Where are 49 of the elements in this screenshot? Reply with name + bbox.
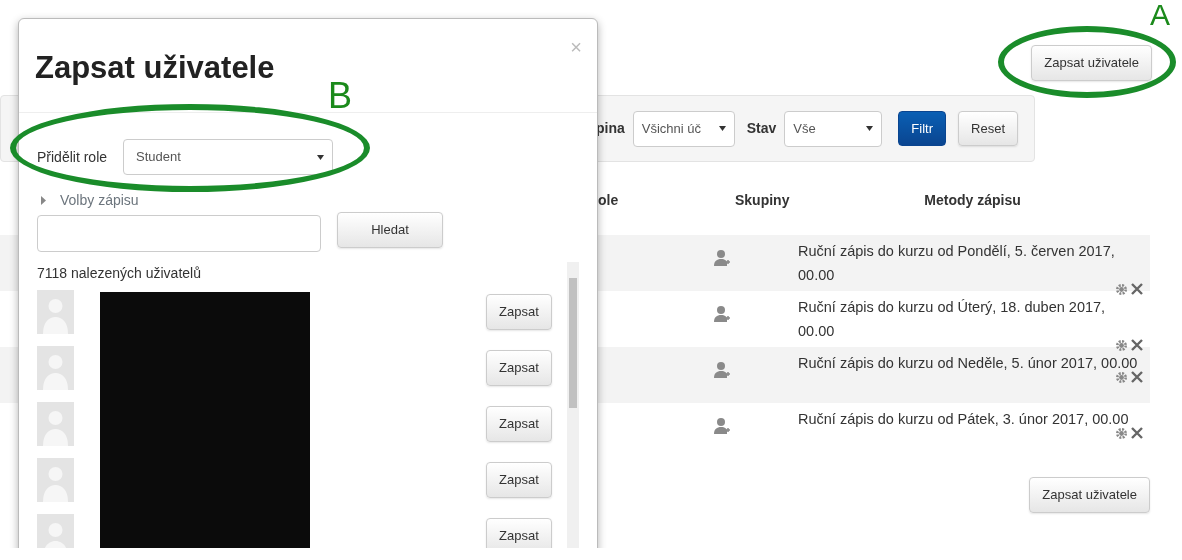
enroll-button[interactable]: Zapsat (486, 294, 552, 330)
settings-icon[interactable] (1115, 339, 1128, 352)
reset-button[interactable]: Reset (958, 110, 1018, 147)
enroll-button[interactable]: Zapsat (486, 462, 552, 498)
group-user-icon[interactable] (714, 361, 730, 379)
delete-icon[interactable] (1131, 339, 1143, 352)
enrolment-method-text: Ruční zápis do kurzu od Pátek, 3. únor 2017, 00.00 (798, 410, 1130, 429)
options-toggle-link[interactable]: Volby zápisu (60, 189, 139, 211)
enroll-users-button[interactable]: Zapsat uživatele (1029, 477, 1150, 513)
avatar-icon (37, 458, 74, 502)
annotation-letter: A (1150, 0, 1170, 30)
result-count: 7118 nalezených uživatelů (37, 264, 202, 283)
caret-icon (317, 154, 325, 160)
status-select[interactable]: Vše (784, 110, 883, 147)
avatar-icon (37, 290, 74, 334)
group-user-icon[interactable] (714, 305, 730, 323)
settings-icon[interactable] (1115, 371, 1128, 384)
delete-icon[interactable] (1131, 371, 1143, 384)
delete-icon[interactable] (1131, 427, 1143, 440)
settings-icon[interactable] (1115, 283, 1128, 296)
delete-icon[interactable] (1131, 283, 1143, 296)
dialog-title: Zapsat uživatele (35, 49, 275, 87)
caret-icon (718, 126, 726, 131)
enroll-button[interactable]: Zapsat (486, 350, 552, 386)
search-field[interactable] (37, 215, 321, 252)
status-label: Stav (746, 119, 777, 138)
role-select[interactable]: Student (123, 139, 334, 175)
filter-button[interactable]: Filtr (898, 110, 947, 147)
enroll-users-button[interactable]: Zapsat uživatele (1031, 45, 1152, 81)
settings-icon[interactable] (1115, 427, 1128, 440)
enroll-button[interactable]: Zapsat (486, 406, 552, 442)
column-header: Skupiny (735, 191, 790, 210)
group-select[interactable]: Všichni úč (632, 110, 735, 147)
enroll-button[interactable]: Zapsat (486, 518, 552, 548)
avatar-icon (37, 346, 74, 390)
expand-triangle-icon[interactable] (41, 195, 46, 205)
column-header: ole (598, 191, 619, 210)
scrollbar[interactable] (566, 262, 579, 548)
column-header: Metody zápisu (924, 191, 1021, 210)
enrolment-method-text: Ruční zápis do kurzu od Úterý, 18. duben 2017, 00.00 (798, 298, 1107, 341)
avatar-icon (37, 402, 74, 446)
group-user-icon[interactable] (714, 249, 730, 267)
group-user-icon[interactable] (714, 417, 730, 435)
role-label: Přidělit role (37, 147, 108, 167)
enrolment-method-text: Ruční zápis do kurzu od Pondělí, 5. červen 2017, 00.00 (798, 242, 1116, 285)
caret-icon (866, 126, 874, 131)
enrolment-method-text: Ruční zápis do kurzu od Neděle, 5. únor 2017, 00.00 (798, 354, 1139, 373)
search-button[interactable]: Hledat (337, 212, 443, 248)
annotation-letter: B (328, 78, 352, 114)
